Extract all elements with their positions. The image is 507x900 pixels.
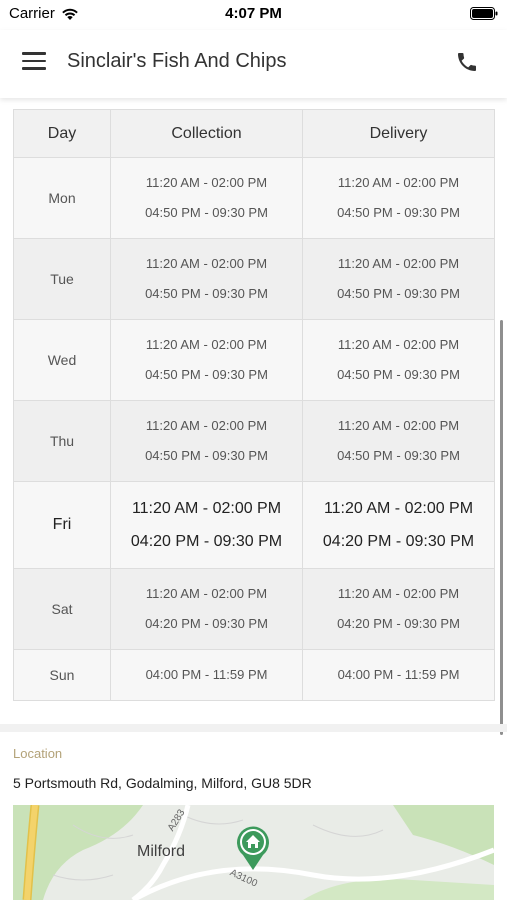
delivery-hours-cell: 11:20 AM - 02:00 PM 04:50 PM - 09:30 PM: [302, 157, 495, 239]
collection-hours-cell: 11:20 AM - 02:00 PM 04:50 PM - 09:30 PM: [110, 238, 303, 320]
time-slot: 04:50 PM - 09:30 PM: [337, 367, 460, 382]
collection-hours-cell: 11:20 AM - 02:00 PM 04:20 PM - 09:30 PM: [110, 568, 303, 650]
status-time: 4:07 PM: [225, 5, 282, 22]
time-slot: 11:20 AM - 02:00 PM: [337, 337, 460, 352]
collection-hours-cell: 11:20 AM - 02:00 PM 04:50 PM - 09:30 PM: [110, 400, 303, 482]
day-cell: Sat: [13, 568, 111, 650]
table-row: Thu 11:20 AM - 02:00 PM 04:50 PM - 09:30…: [13, 400, 495, 482]
collection-hours-cell: 04:00 PM - 11:59 PM: [110, 649, 303, 701]
time-slot: 11:20 AM - 02:00 PM: [131, 500, 282, 517]
delivery-hours-cell: 11:20 AM - 02:00 PM 04:20 PM - 09:30 PM: [302, 481, 495, 569]
time-slot: 04:20 PM - 09:30 PM: [130, 533, 283, 550]
time-slot: 11:20 AM - 02:00 PM: [337, 586, 460, 601]
location-address: 5 Portsmouth Rd, Godalming, Milford, GU8…: [13, 775, 312, 791]
column-header-collection: Collection: [110, 109, 303, 158]
time-slot: 11:20 AM - 02:00 PM: [145, 418, 268, 433]
location-map[interactable]: A283 Milford A3100: [13, 805, 494, 900]
table-row-today: Fri 11:20 AM - 02:00 PM 04:20 PM - 09:30…: [13, 481, 495, 569]
time-slot: 04:50 PM - 09:30 PM: [337, 205, 460, 220]
time-slot: 04:00 PM - 11:59 PM: [337, 667, 460, 682]
time-slot: 11:20 AM - 02:00 PM: [145, 256, 268, 271]
time-slot: 04:50 PM - 09:30 PM: [337, 448, 460, 463]
day-cell: Fri: [13, 481, 111, 569]
time-slot: 04:50 PM - 09:30 PM: [145, 448, 268, 463]
hamburger-menu-icon[interactable]: [22, 52, 46, 72]
time-slot: 04:50 PM - 09:30 PM: [337, 286, 460, 301]
time-slot: 04:50 PM - 09:30 PM: [145, 205, 268, 220]
collection-hours-cell: 11:20 AM - 02:00 PM 04:20 PM - 09:30 PM: [110, 481, 303, 569]
time-slot: 11:20 AM - 02:00 PM: [145, 337, 268, 352]
time-slot: 04:20 PM - 09:30 PM: [145, 616, 268, 631]
status-bar: Carrier 4:07 PM: [0, 0, 507, 30]
day-cell: Sun: [13, 649, 111, 701]
map-pin-home-icon[interactable]: [235, 825, 271, 871]
time-slot: 04:20 PM - 09:30 PM: [322, 533, 475, 550]
phone-icon[interactable]: [455, 50, 479, 74]
delivery-hours-cell: 11:20 AM - 02:00 PM 04:50 PM - 09:30 PM: [302, 319, 495, 401]
day-cell: Wed: [13, 319, 111, 401]
collection-hours-cell: 11:20 AM - 02:00 PM 04:50 PM - 09:30 PM: [110, 319, 303, 401]
delivery-hours-cell: 11:20 AM - 02:00 PM 04:50 PM - 09:30 PM: [302, 238, 495, 320]
time-slot: 04:20 PM - 09:30 PM: [337, 616, 460, 631]
battery-icon: [470, 7, 498, 20]
time-slot: 11:20 AM - 02:00 PM: [337, 418, 460, 433]
app-header: Sinclair's Fish And Chips: [0, 30, 507, 98]
location-label: Location: [13, 746, 63, 761]
section-divider: [0, 724, 507, 732]
time-slot: 04:50 PM - 09:30 PM: [145, 286, 268, 301]
time-slot: 04:50 PM - 09:30 PM: [145, 367, 268, 382]
table-row: Tue 11:20 AM - 02:00 PM 04:50 PM - 09:30…: [13, 238, 495, 320]
delivery-hours-cell: 04:00 PM - 11:59 PM: [302, 649, 495, 701]
day-cell: Mon: [13, 157, 111, 239]
day-cell: Thu: [13, 400, 111, 482]
table-row: Sat 11:20 AM - 02:00 PM 04:20 PM - 09:30…: [13, 568, 495, 650]
time-slot: 11:20 AM - 02:00 PM: [323, 500, 474, 517]
delivery-hours-cell: 11:20 AM - 02:00 PM 04:20 PM - 09:30 PM: [302, 568, 495, 650]
column-header-day: Day: [13, 109, 111, 158]
time-slot: 11:20 AM - 02:00 PM: [337, 256, 460, 271]
time-slot: 11:20 AM - 02:00 PM: [145, 175, 268, 190]
page-title: Sinclair's Fish And Chips: [67, 50, 287, 72]
collection-hours-cell: 11:20 AM - 02:00 PM 04:50 PM - 09:30 PM: [110, 157, 303, 239]
time-slot: 04:00 PM - 11:59 PM: [145, 667, 268, 682]
time-slot: 11:20 AM - 02:00 PM: [145, 586, 268, 601]
table-row: Wed 11:20 AM - 02:00 PM 04:50 PM - 09:30…: [13, 319, 495, 401]
table-row: Sun 04:00 PM - 11:59 PM 04:00 PM - 11:59…: [13, 649, 495, 701]
day-cell: Tue: [13, 238, 111, 320]
opening-hours-table: Day Collection Delivery Mon 11:20 AM - 0…: [13, 109, 495, 701]
table-header-row: Day Collection Delivery: [13, 109, 495, 158]
column-header-delivery: Delivery: [302, 109, 495, 158]
scrollbar[interactable]: [500, 320, 503, 735]
delivery-hours-cell: 11:20 AM - 02:00 PM 04:50 PM - 09:30 PM: [302, 400, 495, 482]
time-slot: 11:20 AM - 02:00 PM: [337, 175, 460, 190]
map-town-label: Milford: [137, 843, 186, 860]
table-row: Mon 11:20 AM - 02:00 PM 04:50 PM - 09:30…: [13, 157, 495, 239]
